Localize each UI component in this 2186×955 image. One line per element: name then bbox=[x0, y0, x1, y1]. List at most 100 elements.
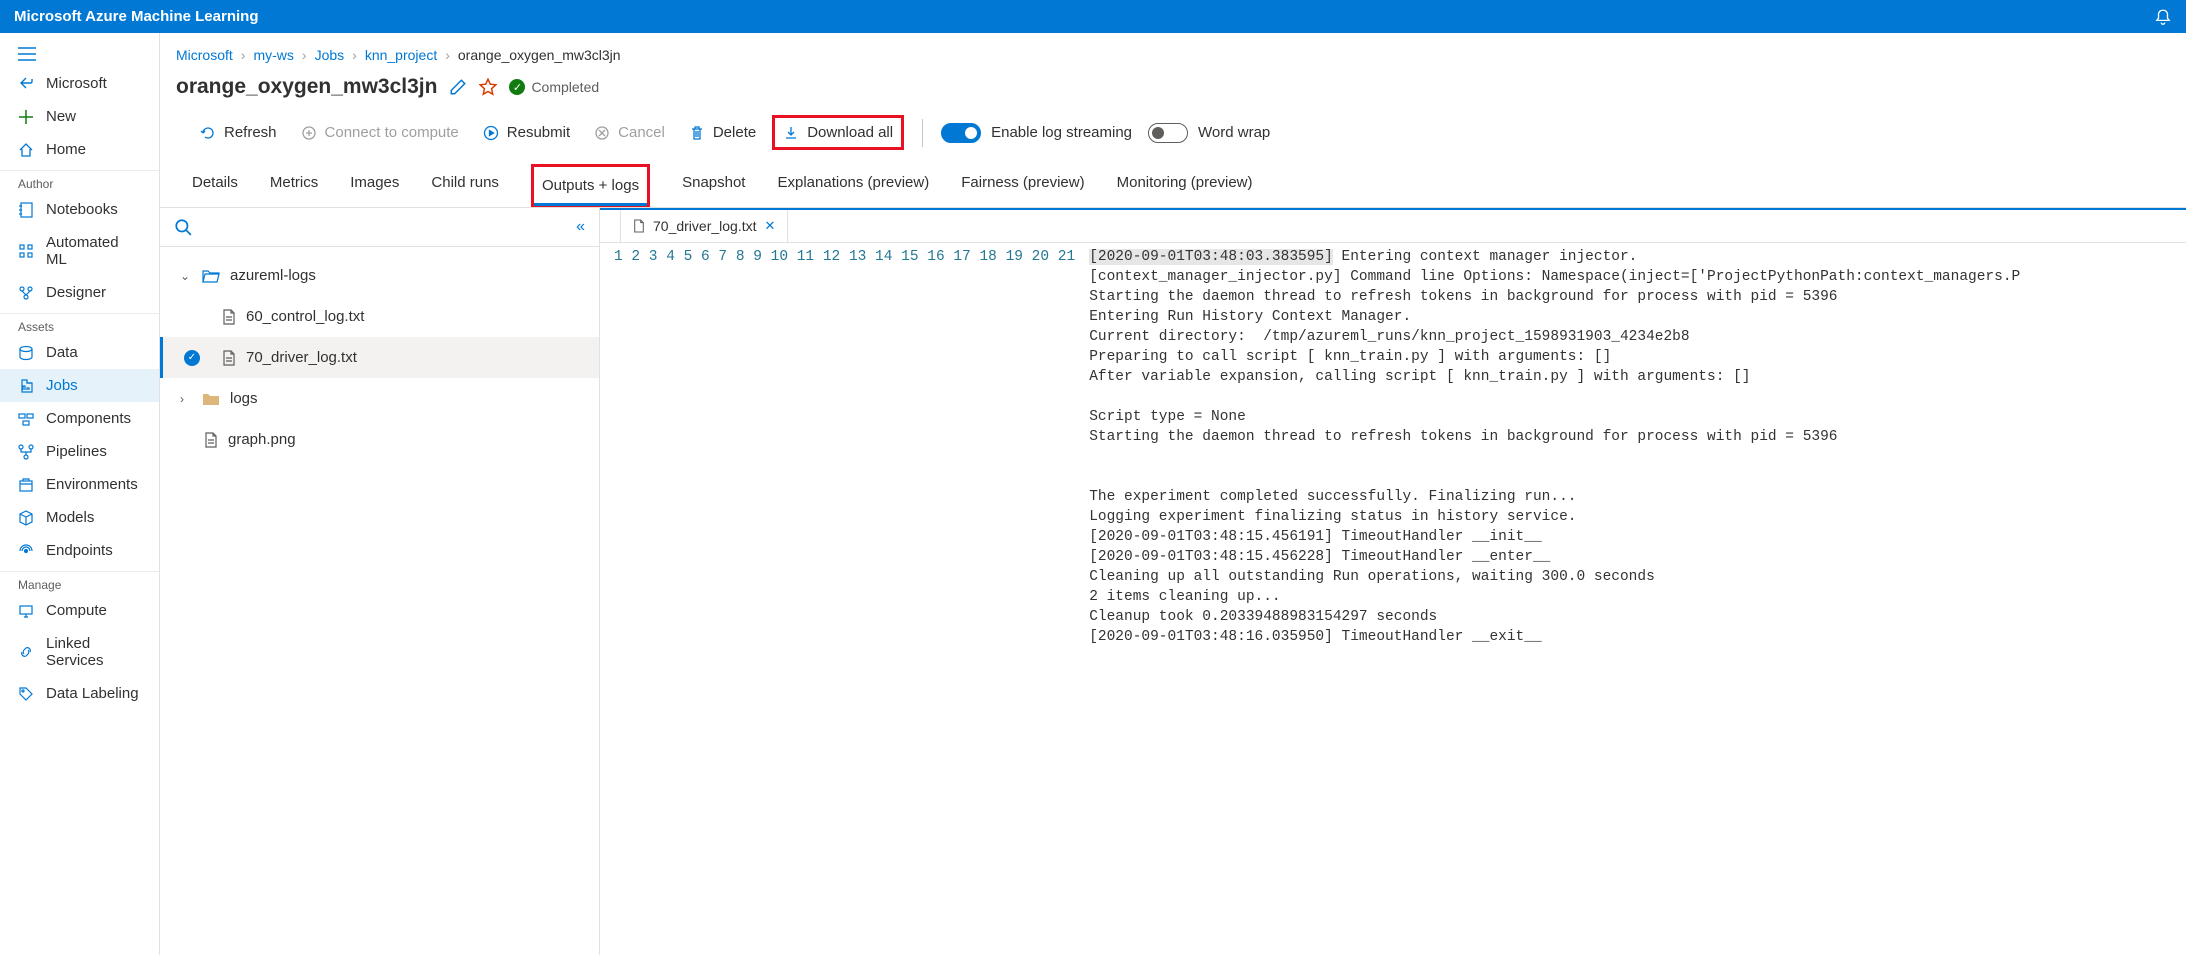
detail-tabs: Details Metrics Images Child runs Output… bbox=[160, 164, 2186, 207]
check-circle-icon: ✓ bbox=[509, 79, 525, 95]
nav-models[interactable]: Models bbox=[0, 501, 159, 534]
tab-outputs-logs[interactable]: Outputs + logs bbox=[531, 164, 650, 207]
nav-home[interactable]: Home bbox=[0, 133, 159, 166]
search-icon[interactable] bbox=[174, 218, 192, 236]
file-60-control-log[interactable]: 60_control_log.txt bbox=[160, 296, 599, 337]
resubmit-button[interactable]: Resubmit bbox=[475, 118, 578, 147]
nav-data-labeling[interactable]: Data Labeling bbox=[0, 677, 159, 710]
status-badge: ✓ Completed bbox=[509, 79, 599, 95]
download-all-button[interactable]: Download all bbox=[772, 115, 904, 150]
delete-button[interactable]: Delete bbox=[681, 118, 764, 147]
toolbar-separator bbox=[922, 119, 923, 147]
line-gutter: 1 2 3 4 5 6 7 8 9 10 11 12 13 14 15 16 1… bbox=[600, 247, 1089, 955]
file-graph-png[interactable]: graph.png bbox=[160, 419, 599, 460]
nav-components[interactable]: Components bbox=[0, 402, 159, 435]
link-icon bbox=[18, 644, 34, 660]
chevron-right-icon: › bbox=[445, 47, 450, 63]
job-title: orange_oxygen_mw3cl3jn bbox=[176, 75, 437, 99]
environments-icon bbox=[18, 477, 34, 493]
toggle-switch-off[interactable] bbox=[1148, 123, 1188, 143]
nav-environments[interactable]: Environments bbox=[0, 468, 159, 501]
tab-images[interactable]: Images bbox=[350, 164, 399, 207]
tab-metrics[interactable]: Metrics bbox=[270, 164, 318, 207]
nav-automl[interactable]: Automated ML bbox=[0, 226, 159, 276]
code-content: [2020-09-01T03:48:03.383595] Entering co… bbox=[1089, 247, 2020, 955]
edit-icon[interactable] bbox=[449, 78, 467, 96]
file-browser: « ⌄ azureml-logs 60_control_log.txt ✓ bbox=[160, 208, 600, 955]
trash-icon bbox=[689, 125, 705, 141]
pipelines-icon bbox=[18, 444, 34, 460]
toggle-switch-on[interactable] bbox=[941, 123, 981, 143]
folder-logs[interactable]: › logs bbox=[160, 378, 599, 419]
crumb-jobs[interactable]: Jobs bbox=[315, 47, 345, 63]
section-author: Author bbox=[0, 170, 159, 193]
chevron-right-icon: › bbox=[180, 392, 192, 406]
download-icon bbox=[783, 125, 799, 141]
jobs-icon bbox=[18, 378, 34, 394]
back-arrow-icon bbox=[18, 76, 34, 92]
editor-tab-70-driver-log[interactable]: 70_driver_log.txt ✕ bbox=[620, 210, 788, 242]
collapse-panel-icon[interactable]: « bbox=[576, 218, 585, 236]
designer-icon bbox=[18, 285, 34, 301]
compute-icon bbox=[18, 603, 34, 619]
back-button[interactable]: Microsoft bbox=[0, 67, 159, 100]
hamburger-icon[interactable] bbox=[0, 41, 159, 67]
breadcrumb: Microsoft › my-ws › Jobs › knn_project ›… bbox=[160, 33, 2186, 71]
chevron-right-icon: › bbox=[352, 47, 357, 63]
nav-designer[interactable]: Designer bbox=[0, 276, 159, 309]
components-icon bbox=[18, 411, 34, 427]
nav-notebooks[interactable]: Notebooks bbox=[0, 193, 159, 226]
crumb-project[interactable]: knn_project bbox=[365, 47, 437, 63]
close-tab-icon[interactable]: ✕ bbox=[765, 218, 776, 234]
title-bar: Microsoft Azure Machine Learning bbox=[0, 0, 2186, 33]
labeling-icon bbox=[18, 686, 34, 702]
favorite-star-icon[interactable] bbox=[479, 78, 497, 96]
nav-compute[interactable]: Compute bbox=[0, 594, 159, 627]
code-area[interactable]: 1 2 3 4 5 6 7 8 9 10 11 12 13 14 15 16 1… bbox=[600, 243, 2186, 955]
refresh-button[interactable]: Refresh bbox=[192, 118, 285, 147]
check-circle-icon: ✓ bbox=[184, 350, 200, 366]
data-icon bbox=[18, 345, 34, 361]
notifications-icon[interactable] bbox=[2154, 8, 2172, 26]
left-navigation: Microsoft New Home Author Notebooks Auto… bbox=[0, 33, 160, 955]
crumb-current: orange_oxygen_mw3cl3jn bbox=[458, 47, 621, 63]
folder-azureml-logs[interactable]: ⌄ azureml-logs bbox=[160, 255, 599, 296]
crumb-ws[interactable]: my-ws bbox=[253, 47, 293, 63]
automl-icon bbox=[18, 243, 34, 259]
plus-icon bbox=[18, 109, 34, 125]
file-70-driver-log[interactable]: ✓ 70_driver_log.txt bbox=[160, 337, 599, 378]
nav-pipelines[interactable]: Pipelines bbox=[0, 435, 159, 468]
tab-monitoring[interactable]: Monitoring (preview) bbox=[1117, 164, 1253, 207]
connect-icon bbox=[301, 125, 317, 141]
tab-snapshot[interactable]: Snapshot bbox=[682, 164, 745, 207]
models-icon bbox=[18, 510, 34, 526]
cancel-icon bbox=[594, 125, 610, 141]
chevron-right-icon: › bbox=[302, 47, 307, 63]
editor-tab-bar: 70_driver_log.txt ✕ bbox=[600, 208, 2186, 243]
log-viewer: 70_driver_log.txt ✕ 1 2 3 4 5 6 7 8 9 10… bbox=[600, 208, 2186, 955]
tab-explanations[interactable]: Explanations (preview) bbox=[777, 164, 929, 207]
nav-linked-services[interactable]: Linked Services bbox=[0, 627, 159, 677]
folder-open-icon bbox=[202, 269, 220, 283]
folder-icon bbox=[202, 392, 220, 406]
word-wrap-toggle[interactable]: Word wrap bbox=[1148, 123, 1270, 143]
tab-details[interactable]: Details bbox=[192, 164, 238, 207]
crumb-root[interactable]: Microsoft bbox=[176, 47, 233, 63]
nav-new[interactable]: New bbox=[0, 100, 159, 133]
file-icon bbox=[222, 350, 236, 366]
main-area: Microsoft › my-ws › Jobs › knn_project ›… bbox=[160, 33, 2186, 955]
job-header: orange_oxygen_mw3cl3jn ✓ Completed bbox=[160, 71, 2186, 115]
notebook-icon bbox=[18, 202, 34, 218]
file-icon bbox=[633, 219, 645, 233]
nav-jobs[interactable]: Jobs bbox=[0, 369, 159, 402]
outputs-logs-pane: « ⌄ azureml-logs 60_control_log.txt ✓ bbox=[160, 207, 2186, 955]
endpoints-icon bbox=[18, 543, 34, 559]
enable-log-streaming-toggle[interactable]: Enable log streaming bbox=[941, 123, 1132, 143]
section-manage: Manage bbox=[0, 571, 159, 594]
tab-fairness[interactable]: Fairness (preview) bbox=[961, 164, 1084, 207]
tab-child-runs[interactable]: Child runs bbox=[431, 164, 499, 207]
nav-data[interactable]: Data bbox=[0, 336, 159, 369]
nav-endpoints[interactable]: Endpoints bbox=[0, 534, 159, 567]
back-label: Microsoft bbox=[46, 75, 107, 92]
connect-compute-button: Connect to compute bbox=[293, 118, 467, 147]
